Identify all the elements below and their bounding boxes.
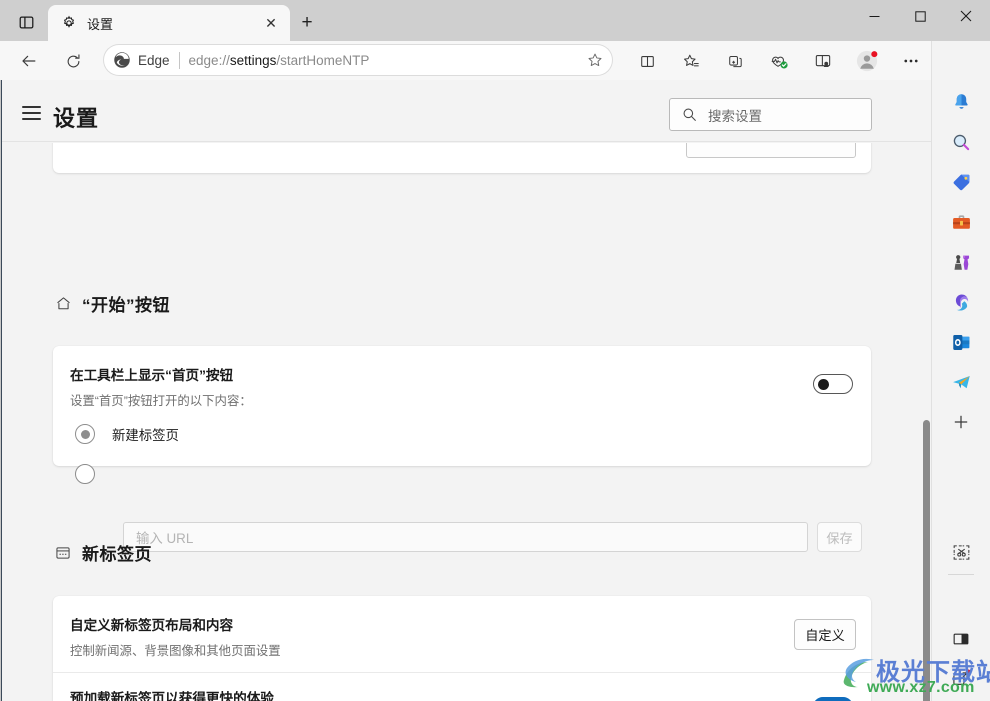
notifications-icon[interactable] [945,86,977,118]
gear-icon [60,14,78,32]
scrollbar-thumb[interactable] [923,420,930,701]
url-suffix: /startHomeNTP [276,52,370,68]
telegram-icon[interactable] [945,366,977,398]
new-tab-button[interactable]: + [294,10,320,36]
sidebar-divider [948,574,974,575]
edge-sidebar [931,41,990,701]
settings-content: “开始”按钮 在工具栏上显示“首页”按钮 设置“首页”按钮打开的以下内容： 新建… [2,143,931,701]
setting-row-title: 自定义新标签页布局和内容 [70,618,234,633]
new-tab-page-icon [54,544,72,562]
tab-title: 设置 [87,16,114,32]
radio-button[interactable] [75,424,95,444]
toggle-knob [818,379,829,390]
card-divider [53,672,871,673]
settings-page: 设置 搜索设置 “开始”按钮 在工具栏上显示“首页”按钮 设置“首页”按钮打开的… [1,80,931,701]
search-icon [682,107,697,122]
close-icon[interactable]: ✕ [260,12,282,34]
preload-new-tab-toggle[interactable] [813,697,853,701]
add-sidebar-app-icon[interactable] [945,406,977,438]
outlook-icon[interactable] [945,326,977,358]
edge-logo-icon [113,51,131,69]
add-to-taskbar-icon[interactable] [807,45,839,77]
split-screen-icon[interactable] [631,45,663,77]
page-scrollbar[interactable] [920,223,931,701]
refresh-icon[interactable] [57,45,89,77]
home-button-row: 在工具栏上显示“首页”按钮 设置“首页”按钮打开的以下内容： [70,364,252,409]
games-chess-icon[interactable] [945,246,977,278]
split-screen-sidebar-icon[interactable] [945,623,977,655]
previous-setting-input[interactable] [686,143,856,158]
show-home-button-toggle[interactable] [813,374,853,394]
home-button-card: 在工具栏上显示“首页”按钮 设置“首页”按钮打开的以下内容： [53,346,871,466]
tools-toolbox-icon[interactable] [945,206,977,238]
url-bold: settings [229,52,277,68]
section-title: 新标签页 [82,545,152,564]
radio-option-new-tab-page[interactable]: 新建标签页 [75,424,179,444]
open-in-new-window-icon[interactable] [945,663,977,695]
shopping-tag-icon[interactable] [945,166,977,198]
star-outline-icon[interactable] [583,48,607,72]
screenshot-snip-icon[interactable] [945,536,977,568]
browser-tab[interactable]: 设置 ✕ [48,5,290,41]
minimize-button[interactable] [851,0,897,32]
radio-label: 新建标签页 [112,428,179,443]
profile-avatar-icon[interactable] [851,45,883,77]
setting-row-subtitle: 设置“首页”按钮打开的以下内容： [70,394,252,408]
microsoft-365-icon[interactable] [945,286,977,318]
setting-row-title: 在工具栏上显示“首页”按钮 [70,368,234,383]
favorites-icon[interactable] [675,45,707,77]
page-title: 设置 [53,106,100,131]
hamburger-menu-icon[interactable] [22,106,41,120]
radio-button[interactable] [75,464,95,484]
omnibox-url: edge://settings/startHomeNTP [189,53,370,68]
omnibox-divider [178,51,180,69]
url-prefix: edge:// [188,52,230,68]
collections-icon[interactable] [719,45,751,77]
setting-row-subtitle: 控制新闻源、背景图像和其他页面设置 [70,644,281,658]
save-button[interactable]: 保存 [817,522,862,552]
customize-ntp-row: 自定义新标签页布局和内容 控制新闻源、背景图像和其他页面设置 [70,614,281,659]
settings-header: 设置 搜索设置 [2,80,931,142]
preload-ntp-row: 预加载新标签页以获得更快的体验 在后台打开 Microsoft 新选项卡页，以便… [70,687,682,701]
home-url-input[interactable]: 输入 URL [123,522,808,552]
search-sidebar-icon[interactable] [945,126,977,158]
browser-essentials-icon[interactable] [763,45,795,77]
more-options-icon[interactable] [895,45,927,77]
customize-button[interactable]: 自定义 [794,619,856,650]
radio-option-custom-url[interactable] [75,464,95,484]
setting-row-title: 预加载新标签页以获得更快的体验 [70,691,274,701]
window-close-button[interactable] [943,0,989,32]
new-tab-page-card: 自定义新标签页布局和内容 控制新闻源、背景图像和其他页面设置 自定义 预加载新标… [53,596,871,701]
title-bar: 设置 ✕ + [0,0,990,41]
previous-setting-card [53,143,871,173]
omnibox-brand-label: Edge [138,52,170,68]
section-header-start-button: “开始”按钮 [54,291,170,316]
section-header-new-tab-page: 新标签页 [54,540,152,565]
home-icon [54,295,72,313]
search-settings-input[interactable]: 搜索设置 [669,98,872,131]
tab-actions-icon[interactable] [12,10,40,34]
section-title: “开始”按钮 [82,296,170,315]
search-placeholder: 搜索设置 [708,108,762,124]
address-bar[interactable]: Edge edge://settings/startHomeNTP [104,45,612,75]
maximize-button[interactable] [897,0,943,32]
back-arrow-icon[interactable] [13,45,45,77]
